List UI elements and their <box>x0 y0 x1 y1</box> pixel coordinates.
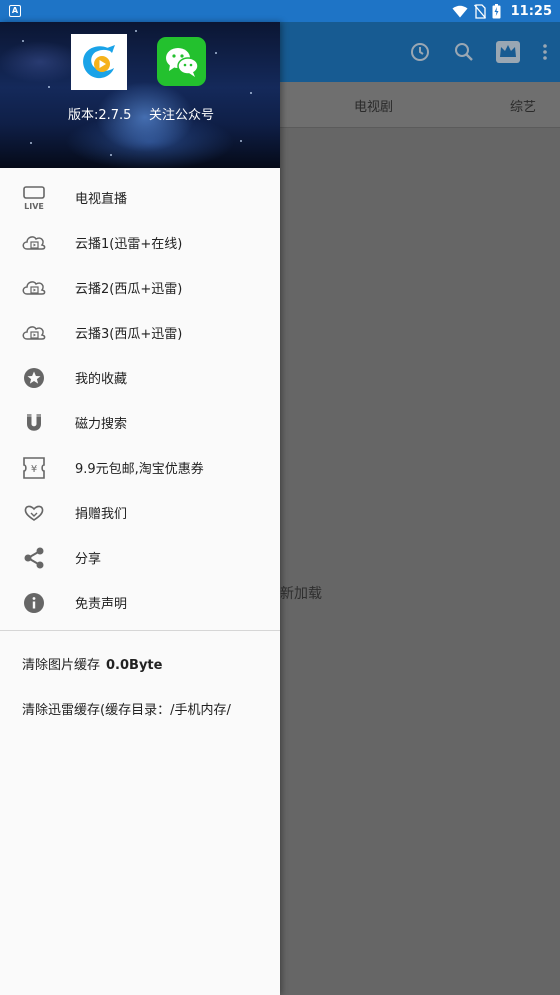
battery-charging-icon <box>492 3 501 18</box>
search-button[interactable] <box>442 30 486 74</box>
follow-official-account-link[interactable]: 关注公众号 <box>149 104 214 123</box>
more-options-button[interactable] <box>530 30 560 74</box>
tab-tv-series[interactable]: 电视剧 <box>354 96 393 115</box>
cloud-play-icon <box>20 319 48 347</box>
menu-item-cloud-play-2[interactable]: 云播2(西瓜+迅雷) <box>0 265 280 310</box>
cloud-play-icon <box>20 229 48 257</box>
menu-item-cloud-play-1[interactable]: 云播1(迅雷+在线) <box>0 220 280 265</box>
cloud-play-icon <box>20 274 48 302</box>
menu-label: 9.9元包邮,淘宝优惠券 <box>75 462 204 477</box>
clear-thunder-cache-label: 清除迅雷缓存(缓存目录：/手机内存/ <box>22 703 231 718</box>
vip-button[interactable] <box>486 30 530 74</box>
menu-label: 免责声明 <box>75 597 128 612</box>
drawer-header: 版本:2.7.5 关注公众号 <box>0 22 280 168</box>
wechat-icon <box>165 47 199 77</box>
menu-label: 云播3(西瓜+迅雷) <box>75 327 183 342</box>
more-vert-icon <box>543 44 547 60</box>
clear-thunder-cache-item[interactable]: 清除迅雷缓存(缓存目录：/手机内存/ <box>22 699 231 718</box>
menu-item-share[interactable]: 分享 <box>0 535 280 580</box>
star-icon <box>20 364 48 392</box>
coupon-icon-text: ¥ <box>31 464 37 475</box>
menu-label: 云播2(西瓜+迅雷) <box>75 282 183 297</box>
menu-label: 我的收藏 <box>75 372 128 387</box>
menu-divider <box>0 630 280 631</box>
menu-label: 分享 <box>75 552 102 567</box>
menu-label: 云播1(迅雷+在线) <box>75 237 183 252</box>
wifi-icon <box>452 5 468 17</box>
menu-item-magnet-search[interactable]: 磁力搜索 <box>0 400 280 445</box>
crown-icon <box>496 41 520 63</box>
menu-item-donate[interactable]: 捐赠我们 <box>0 490 280 535</box>
coupon-icon: ¥ <box>20 454 48 482</box>
menu-label: 电视直播 <box>75 192 128 207</box>
dolphin-play-logo-icon <box>83 45 115 79</box>
live-tv-icon-text: LIVE <box>24 202 44 211</box>
image-cache-size: 0.0Byte <box>106 658 163 673</box>
tab-variety[interactable]: 综艺 <box>510 96 536 115</box>
navigation-drawer: 版本:2.7.5 关注公众号 LIVE 电视直播 云播1(迅雷+在线) 云播2(… <box>0 22 280 995</box>
menu-item-cloud-play-3[interactable]: 云播3(西瓜+迅雷) <box>0 310 280 355</box>
status-time: 11:25 <box>510 3 552 19</box>
app-bar-actions <box>398 22 560 82</box>
search-icon <box>455 43 473 61</box>
history-button[interactable] <box>398 30 442 74</box>
menu-item-favorites[interactable]: 我的收藏 <box>0 355 280 400</box>
magnet-icon <box>20 409 48 437</box>
clock-icon <box>411 43 429 61</box>
live-tv-icon: LIVE <box>20 184 48 212</box>
version-label: 版本:2.7.5 <box>68 108 132 123</box>
menu-item-taobao-coupon[interactable]: ¥ 9.9元包邮,淘宝优惠券 <box>0 445 280 490</box>
wechat-logo[interactable] <box>157 37 206 86</box>
app-notification-icon: A <box>9 5 21 17</box>
drawer-menu: LIVE 电视直播 云播1(迅雷+在线) 云播2(西瓜+迅雷) 云播3(西瓜+迅… <box>0 175 280 625</box>
status-icons: 11:25 <box>452 0 552 22</box>
no-sim-icon <box>473 3 486 19</box>
app-logo[interactable] <box>71 34 127 90</box>
info-icon <box>20 589 48 617</box>
menu-label: 磁力搜索 <box>75 417 128 432</box>
status-bar: A 11:25 <box>0 0 560 22</box>
clear-image-cache-item[interactable]: 清除图片缓存 0.0Byte <box>22 654 162 673</box>
menu-item-disclaimer[interactable]: 免责声明 <box>0 580 280 625</box>
clear-image-cache-label: 清除图片缓存 <box>22 658 101 673</box>
menu-label: 捐赠我们 <box>75 507 128 522</box>
share-icon <box>20 544 48 572</box>
heart-icon <box>20 499 48 527</box>
menu-item-tv-live[interactable]: LIVE 电视直播 <box>0 175 280 220</box>
reload-text[interactable]: 新加载 <box>280 583 322 603</box>
